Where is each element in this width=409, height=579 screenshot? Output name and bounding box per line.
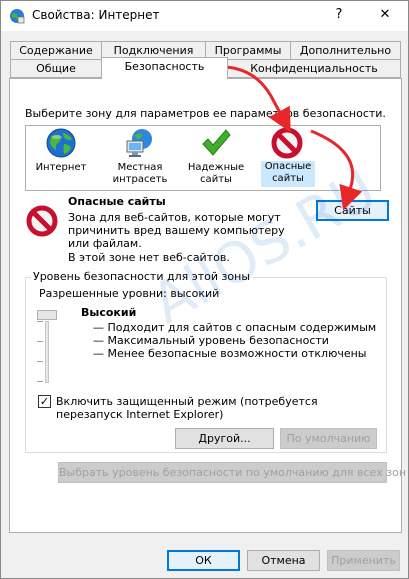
restricted-zone-icon [26, 205, 58, 237]
reset-all-zones-button[interactable]: Выбрать уровень безопасности по умолчани… [58, 462, 406, 483]
help-button[interactable]: ? [327, 4, 351, 26]
default-level-button[interactable]: По умолчанию [280, 428, 377, 449]
security-level-bullet: — Подходит для сайтов с опасным содержим… [93, 321, 377, 334]
zone-prompt: Выберите зону для параметров ее параметр… [25, 107, 386, 120]
security-level-slider-thumb[interactable] [37, 310, 57, 320]
tab-security[interactable]: Безопасность [101, 57, 228, 79]
zone-local-intranet-label: Местная интрасеть [112, 162, 168, 185]
title-bar: Свойства: Интернет ? ✕ [1, 1, 408, 31]
intranet-icon [126, 129, 152, 157]
protected-mode-checkbox[interactable]: ✓ [38, 395, 51, 408]
security-level-bullet: — Максимальный уровень безопасности [93, 334, 329, 347]
checkmark-icon [202, 129, 231, 156]
tab-privacy[interactable]: Конфиденциальность [227, 59, 401, 78]
zone-internet[interactable]: Интернет [29, 125, 93, 191]
globe-icon [46, 128, 76, 158]
selected-zone-title: Опасные сайты [68, 195, 166, 208]
slider-tick [37, 381, 43, 382]
internet-properties-dialog: Свойства: Интернет ? ✕ Содержание Подклю… [0, 0, 409, 579]
protected-mode-label: Включить защищенный режим (потребуется п… [56, 395, 318, 421]
tab-content[interactable]: Содержание [10, 41, 102, 60]
window-title: Свойства: Интернет [32, 8, 160, 22]
zone-restricted-sites[interactable]: Опасные сайты [257, 125, 317, 191]
custom-level-button[interactable]: Другой... [175, 428, 274, 449]
restricted-icon [271, 127, 303, 159]
security-level-bullet: — Менее безопасные возможности отключены [93, 347, 367, 360]
zone-internet-label: Интернет [35, 162, 87, 173]
close-button[interactable]: ✕ [373, 4, 397, 26]
slider-tick [37, 321, 43, 322]
ok-button[interactable]: ОК [167, 550, 240, 571]
slider-tick [37, 341, 43, 342]
zone-local-intranet[interactable]: Местная интрасеть [105, 125, 175, 191]
security-level-slider-track [45, 321, 49, 383]
cancel-button[interactable]: Отмена [247, 550, 320, 571]
internet-options-icon [10, 9, 25, 24]
slider-tick [37, 361, 43, 362]
apply-button[interactable]: Применить [327, 550, 400, 571]
zone-trusted-sites[interactable]: Надежные сайты [181, 125, 251, 191]
tab-general[interactable]: Общие [10, 59, 102, 78]
zone-trusted-sites-label: Надежные сайты [187, 162, 245, 185]
tab-advanced[interactable]: Дополнительно [290, 41, 401, 60]
zone-restricted-sites-label: Опасные сайты [261, 161, 315, 187]
security-level-name: Высокий [81, 306, 137, 319]
